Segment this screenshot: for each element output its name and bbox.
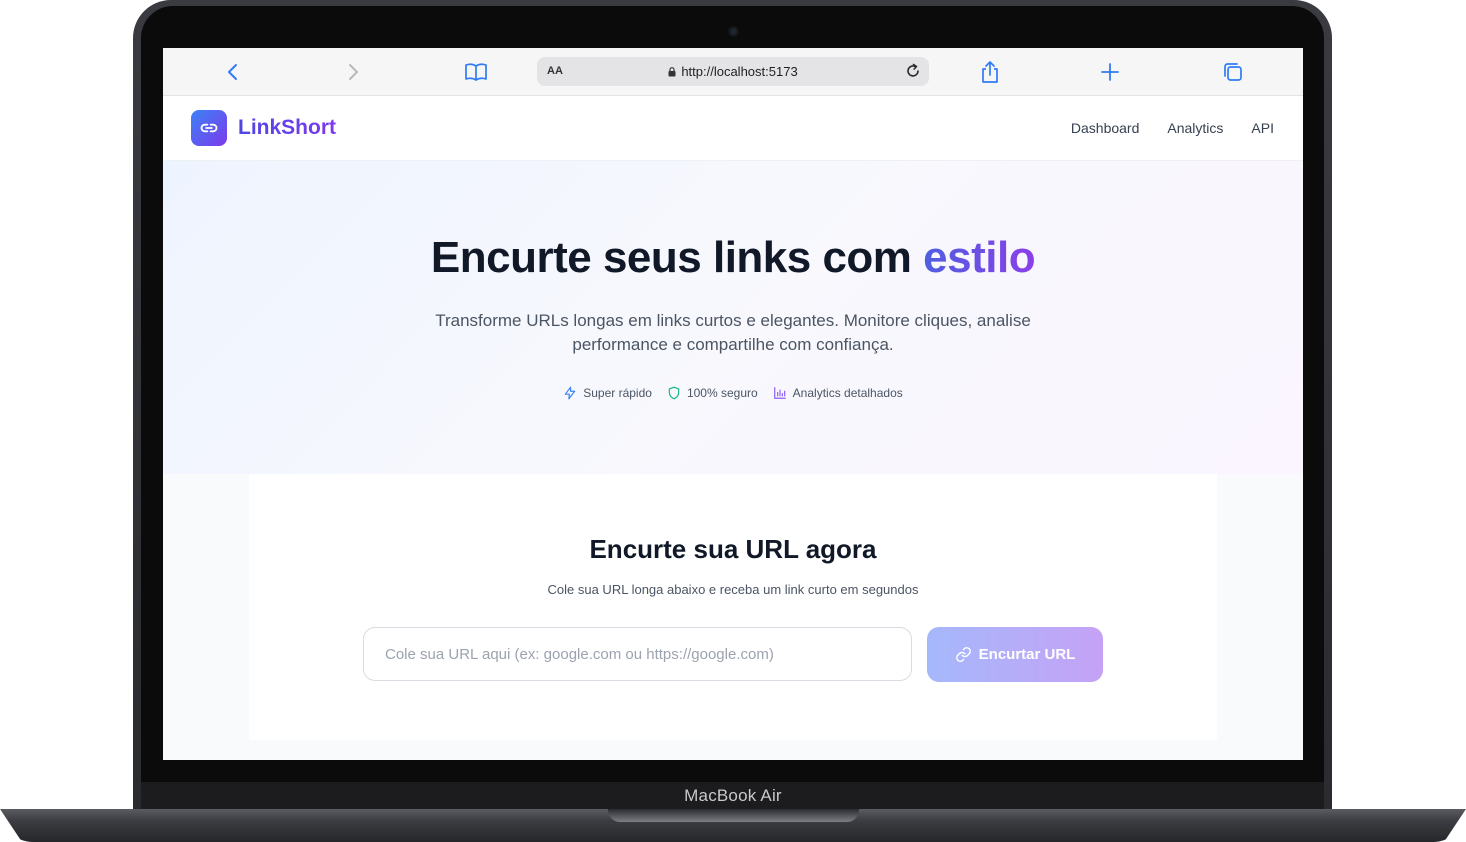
hero-section: Encurte seus links com estilo Transforme… xyxy=(163,161,1303,474)
nav-link-api[interactable]: API xyxy=(1251,120,1274,136)
back-button[interactable] xyxy=(221,60,245,84)
hero-title-accent: estilo xyxy=(923,233,1036,282)
hero-subtitle: Transforme URLs longas em links curtos e… xyxy=(435,311,1031,354)
chevron-right-icon xyxy=(349,64,358,80)
feature-security: 100% seguro xyxy=(667,386,758,400)
address-text-row: http://localhost:5173 xyxy=(537,64,929,79)
address-bar[interactable]: AA http://localhost:5173 xyxy=(537,57,929,86)
logo[interactable] xyxy=(191,110,227,146)
camera-icon xyxy=(730,28,737,35)
share-button[interactable] xyxy=(978,60,1002,84)
feature-speed: Super rápido xyxy=(563,386,652,400)
new-tab-button[interactable] xyxy=(1098,60,1122,84)
hero-title: Encurte seus links com estilo xyxy=(163,233,1303,283)
feature-analytics: Analytics detalhados xyxy=(773,386,903,400)
tabs-overview-button[interactable] xyxy=(1221,60,1245,84)
shortener-title: Encurte sua URL agora xyxy=(589,534,877,564)
shorten-url-button-label: Encurtar URL xyxy=(978,646,1076,663)
shortener-description: Cole sua URL longa abaixo e receba um li… xyxy=(547,582,919,597)
shield-icon xyxy=(668,386,680,400)
link-icon xyxy=(955,647,971,662)
browser-toolbar: AA http://localhost:5173 xyxy=(163,48,1303,96)
feature-label: 100% seguro xyxy=(686,386,758,400)
url-input[interactable] xyxy=(363,627,912,681)
link-icon xyxy=(200,123,218,133)
plus-icon xyxy=(1101,63,1119,81)
shortener-card: Encurte sua URL agora Cole sua URL longa… xyxy=(249,474,1217,740)
share-icon xyxy=(982,61,998,83)
tabs-icon xyxy=(1224,63,1242,81)
brand-name[interactable]: LinkShort xyxy=(238,116,336,140)
screen: AA http://localhost:5173 LinkShort Dashb… xyxy=(163,48,1303,760)
address-url: http://localhost:5173 xyxy=(681,64,798,79)
chevron-left-icon xyxy=(228,64,237,80)
feature-label: Super rápido xyxy=(583,386,652,400)
feature-label: Analytics detalhados xyxy=(792,386,903,400)
nav-link-dashboard[interactable]: Dashboard xyxy=(1071,120,1140,136)
forward-button[interactable] xyxy=(341,60,365,84)
book-icon xyxy=(465,63,487,81)
feature-list: Super rápido 100% seguro Analytics detal… xyxy=(163,386,1303,400)
nav-links: Dashboard Analytics API xyxy=(1071,120,1274,136)
app-header: LinkShort Dashboard Analytics API xyxy=(163,96,1303,161)
device-label: MacBook Air xyxy=(684,786,782,805)
nav-link-analytics[interactable]: Analytics xyxy=(1167,120,1223,136)
reload-icon[interactable] xyxy=(904,62,922,80)
shorten-url-button[interactable]: Encurtar URL xyxy=(927,627,1103,682)
bookmarks-button[interactable] xyxy=(464,60,488,84)
hero-title-prefix: Encurte seus links com xyxy=(430,233,924,282)
zap-icon xyxy=(564,386,576,400)
laptop-notch xyxy=(608,809,859,822)
lock-icon xyxy=(668,67,676,77)
bar-chart-icon xyxy=(773,387,786,399)
